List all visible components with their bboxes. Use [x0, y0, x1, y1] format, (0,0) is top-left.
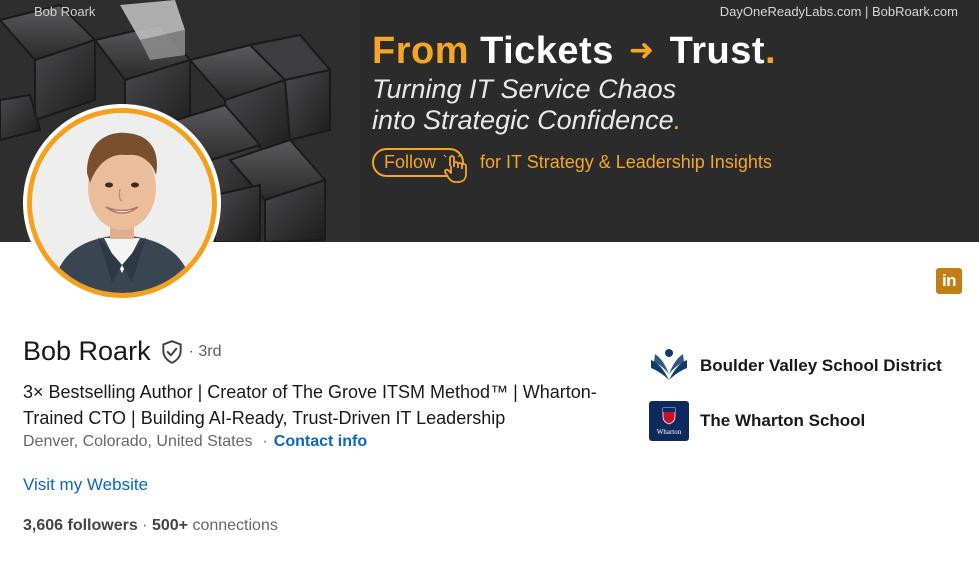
connection-degree: · 3rd	[188, 342, 222, 360]
profile-headline: 3× Bestselling Author | Creator of The G…	[23, 382, 597, 428]
avatar-photo	[27, 108, 217, 298]
visit-website-link[interactable]: Visit my Website	[23, 475, 148, 495]
banner-cta-text: for IT Strategy & Leadership Insights	[480, 151, 772, 172]
profile-location: Denver, Colorado, United States	[23, 433, 253, 450]
banner-owner: Bob Roark	[34, 4, 96, 19]
banner-sub-line-2: into Strategic Confidence	[372, 105, 674, 135]
org-item-bvsd[interactable]: Boulder Valley School District	[649, 346, 942, 386]
profile-avatar[interactable]	[23, 104, 221, 302]
location-row: Denver, Colorado, United States · Contac…	[23, 433, 367, 451]
avatar-portrait	[32, 113, 212, 293]
profile-name-row: Bob Roark · 3rd	[23, 336, 221, 367]
banner-headline-period: .	[765, 30, 777, 72]
org-item-wharton[interactable]: Wharton The Wharton School	[649, 401, 865, 441]
followers-row: 3,606 followers · 500+ connections	[23, 517, 278, 535]
banner-subheadline: Turning IT Service Chaos into Strategic …	[372, 74, 681, 136]
connections-label: connections	[192, 517, 278, 534]
contact-separator: ·	[262, 433, 268, 450]
followers-count[interactable]: 3,606 followers	[23, 517, 138, 534]
banner-sub-period: .	[673, 105, 682, 135]
wharton-logo-text: Wharton	[657, 428, 682, 436]
banner-headline: From Tickets ➜ Trust.	[372, 30, 776, 73]
wharton-logo-icon: Wharton	[649, 401, 689, 441]
banner-site: DayOneReadyLabs.com | BobRoark.com	[719, 4, 958, 19]
connections-count[interactable]: 500+	[152, 517, 188, 534]
banner-follow-pill: Follow	[372, 147, 467, 183]
org-name-bvsd: Boulder Valley School District	[700, 356, 942, 375]
pointer-hand-icon	[443, 154, 467, 183]
verified-shield-icon[interactable]	[159, 339, 185, 365]
banner-headline-word-1: From	[372, 30, 469, 72]
bvsd-logo-icon	[649, 346, 689, 386]
banner-follow-label: Follow	[384, 151, 437, 172]
banner-headline-word-3: Trust	[669, 30, 766, 72]
banner-sub-line-1: Turning IT Service Chaos	[372, 74, 677, 104]
profile-name: Bob Roark	[23, 336, 151, 366]
linkedin-icon: in	[936, 268, 962, 294]
followers-separator: ·	[142, 517, 148, 534]
banner-headline-word-2: Tickets	[480, 30, 614, 72]
banner-cta: Follow for IT Strategy & Leadership Insi…	[372, 147, 772, 183]
contact-info-link[interactable]: Contact info	[274, 433, 367, 451]
arrow-right-icon: ➜	[628, 34, 655, 67]
org-name-wharton: The Wharton School	[700, 411, 866, 430]
